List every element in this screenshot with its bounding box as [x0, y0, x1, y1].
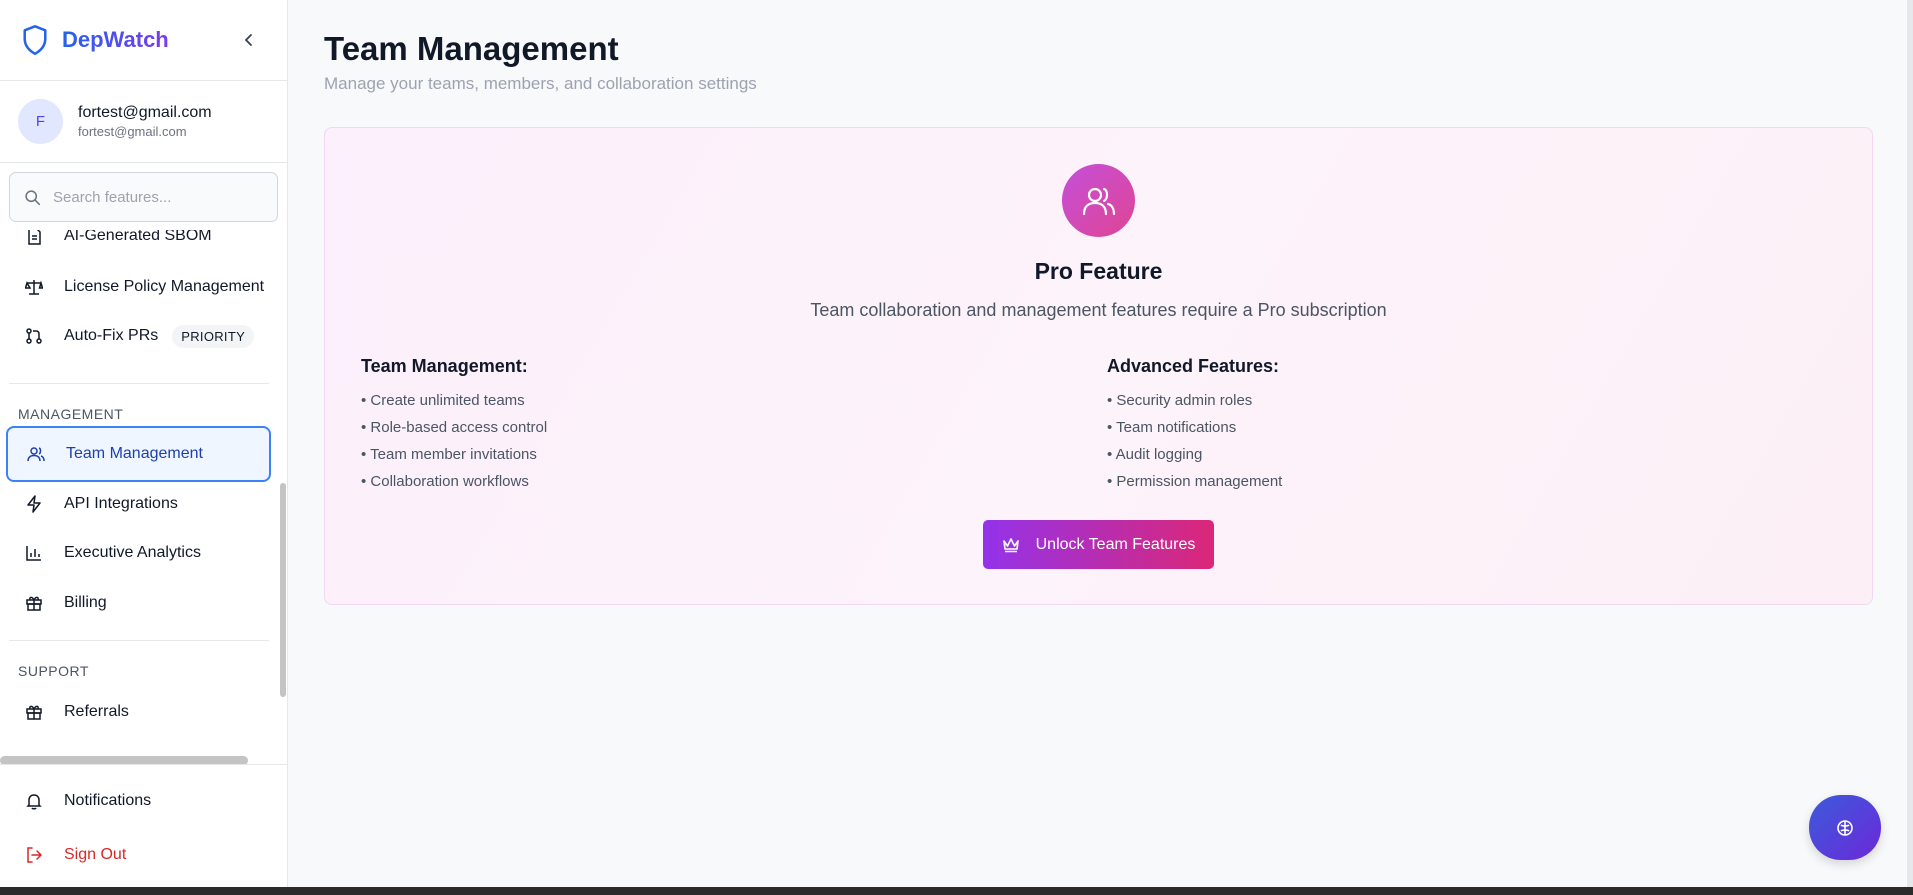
section-label-management: MANAGEMENT [18, 406, 124, 422]
feature-item: • Role-based access control [361, 419, 548, 436]
sidebar-item-label: Team Management [66, 445, 203, 462]
brand-header: DepWatch [0, 0, 287, 81]
user-sub-email: fortest@gmail.com [78, 124, 187, 139]
sidebar-item-label: Auto-Fix PRs [64, 327, 159, 344]
vertical-scrollbar[interactable] [280, 483, 286, 697]
advanced-features: Advanced Features: • Security admin role… [1107, 356, 1282, 499]
gift-icon [23, 592, 45, 614]
feature-item: • Team member invitations [361, 446, 537, 463]
user-email: fortest@gmail.com [78, 104, 212, 121]
brand-name: DepWatch [62, 27, 169, 52]
page-header: Team Management Manage your teams, membe… [324, 30, 1874, 94]
avatar: F [18, 99, 63, 144]
sidebar-item-executive-analytics[interactable]: Executive Analytics [6, 528, 270, 578]
sidebar-item-api-integrations[interactable]: API Integrations [6, 479, 270, 529]
sidebar-item-notifications[interactable]: Notifications [6, 776, 270, 826]
sidebar-item-label: Notifications [64, 792, 152, 809]
sidebar-item-team-management[interactable]: Team Management [6, 426, 271, 482]
sidebar-item-label: Referrals [64, 703, 129, 720]
chevron-left-icon [244, 34, 252, 46]
users-icon [25, 443, 47, 465]
search-box[interactable] [9, 172, 278, 222]
unlock-team-features-button[interactable]: Unlock Team Features [983, 520, 1214, 569]
divider [9, 383, 269, 384]
sign-out-button[interactable]: Sign Out [6, 830, 270, 880]
sidebar-item-license-policy[interactable]: License Policy Management [6, 262, 270, 312]
document-icon [23, 230, 45, 247]
search-icon [25, 189, 41, 205]
sidebar-item-auto-fix-prs[interactable]: Auto-Fix PRs PRIORITY [6, 311, 270, 361]
brain-icon [1837, 819, 1853, 836]
search-input[interactable] [53, 188, 253, 206]
nav-scroll-area: AI-Generated SBOM License Policy Managem… [0, 230, 279, 755]
priority-badge: PRIORITY [172, 324, 255, 348]
bar-chart-icon [23, 542, 45, 564]
pro-feature-title: Pro Feature [1034, 258, 1163, 284]
collapse-sidebar-button[interactable] [237, 28, 261, 52]
assistant-button[interactable] [1809, 795, 1881, 860]
section-label-support: SUPPORT [18, 663, 89, 679]
shield-icon [20, 23, 50, 57]
git-pull-request-icon [23, 325, 45, 347]
logout-icon [23, 844, 45, 866]
sidebar-item-ai-generated-sbom[interactable]: AI-Generated SBOM [6, 230, 270, 261]
sidebar: DepWatch F fortest@gmail.com fortest@gma… [0, 0, 288, 887]
sidebar-item-label: Billing [64, 594, 107, 611]
window-bottom-edge [0, 887, 1913, 895]
sidebar-footer: Notifications Sign Out [0, 764, 288, 887]
users-icon [1062, 164, 1135, 237]
bell-icon [23, 790, 45, 812]
features-heading: Advanced Features: [1107, 356, 1280, 376]
sidebar-item-label: AI-Generated SBOM [64, 230, 212, 244]
gift-icon [23, 701, 45, 723]
page-subtitle: Manage your teams, members, and collabor… [324, 74, 757, 93]
divider [9, 640, 269, 641]
feature-item: • Create unlimited teams [361, 392, 525, 409]
feature-item: • Collaboration workflows [361, 473, 529, 490]
features-heading: Team Management: [361, 356, 528, 376]
sidebar-item-label: API Integrations [64, 495, 178, 512]
window-edge [1907, 0, 1913, 887]
pro-feature-card: Pro Feature Team collaboration and manag… [324, 127, 1873, 605]
crown-icon [1002, 537, 1020, 553]
sidebar-item-label: License Policy Management [64, 278, 265, 295]
scale-icon [23, 276, 45, 298]
team-management-features: Team Management: • Create unlimited team… [361, 356, 547, 499]
feature-item: • Audit logging [1107, 446, 1203, 463]
pro-feature-description: Team collaboration and management featur… [810, 300, 1387, 320]
sidebar-item-billing[interactable]: Billing [6, 578, 270, 628]
user-profile[interactable]: F fortest@gmail.com fortest@gmail.com [0, 81, 287, 163]
page-title: Team Management [324, 30, 619, 67]
feature-item: • Team notifications [1107, 419, 1237, 436]
sidebar-item-label: Sign Out [64, 846, 127, 863]
sidebar-item-label: Executive Analytics [64, 544, 201, 561]
zap-icon [23, 493, 45, 515]
sidebar-item-referrals[interactable]: Referrals [6, 687, 270, 737]
feature-item: • Permission management [1107, 473, 1283, 490]
cta-label: Unlock Team Features [1035, 535, 1196, 553]
feature-item: • Security admin roles [1107, 392, 1253, 409]
